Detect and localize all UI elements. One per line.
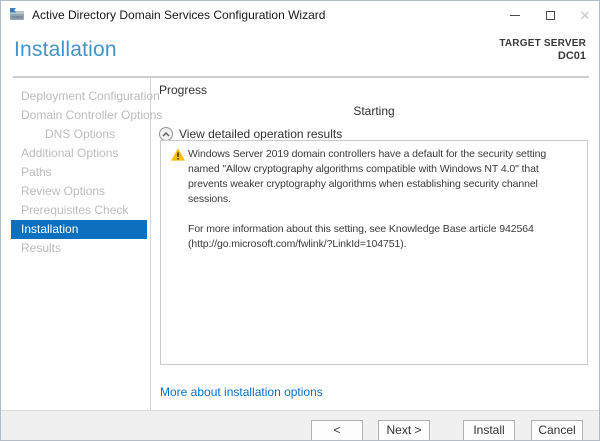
sidebar-item-results[interactable]: Results (1, 239, 150, 258)
wizard-step-list: Deployment Configuration Domain Controll… (1, 78, 162, 410)
page-title: Installation (14, 38, 117, 61)
warning-paragraph-2: For more information about this setting,… (188, 223, 534, 250)
footer-bar: < Previous Next > Install Cancel (1, 410, 599, 440)
sidebar-item-deployment-configuration[interactable]: Deployment Configuration (1, 87, 160, 106)
sidebar-item-domain-controller-options[interactable]: Domain Controller Options (1, 106, 162, 125)
warning-message: Windows Server 2019 domain controllers h… (188, 147, 580, 252)
sidebar-item-additional-options[interactable]: Additional Options (1, 144, 150, 163)
window-title: Active Directory Domain Services Configu… (32, 8, 326, 22)
main-content: Progress Starting View detailed operatio… (159, 83, 589, 141)
target-server-label: TARGET SERVER (499, 38, 586, 49)
view-detailed-results-expander[interactable]: View detailed operation results (159, 127, 589, 141)
server-manager-icon (9, 7, 25, 23)
chevron-up-icon[interactable] (159, 127, 173, 141)
previous-button[interactable]: < Previous (311, 420, 363, 440)
warning-paragraph-1: Windows Server 2019 domain controllers h… (188, 148, 547, 205)
maximize-icon[interactable] (534, 1, 566, 29)
sidebar-item-dns-options[interactable]: DNS Options (1, 125, 150, 144)
target-server-value: DC01 (557, 50, 586, 62)
minimize-icon[interactable] (499, 1, 531, 29)
sidebar-item-paths[interactable]: Paths (1, 163, 150, 182)
expander-label: View detailed operation results (179, 127, 343, 141)
sidebar-item-review-options[interactable]: Review Options (1, 182, 150, 201)
sidebar-item-installation[interactable]: Installation (11, 220, 147, 239)
progress-heading: Progress (159, 83, 208, 97)
progress-status-text: Starting (353, 104, 395, 118)
install-button[interactable]: Install (463, 420, 515, 440)
operation-results-box: Windows Server 2019 domain controllers h… (160, 140, 588, 365)
next-button[interactable]: Next > (378, 420, 430, 440)
target-server-block: TARGET SERVER DC01 (499, 38, 586, 62)
more-about-installation-options-link[interactable]: More about installation options (160, 385, 323, 399)
title-bar: Active Directory Domain Services Configu… (1, 1, 599, 29)
warning-triangle-icon (171, 148, 185, 161)
close-icon[interactable]: ✕ (569, 1, 599, 29)
cancel-button[interactable]: Cancel (531, 420, 583, 440)
wizard-window: Active Directory Domain Services Configu… (0, 0, 600, 441)
sidebar-item-prerequisites-check[interactable]: Prerequisites Check (1, 201, 150, 220)
